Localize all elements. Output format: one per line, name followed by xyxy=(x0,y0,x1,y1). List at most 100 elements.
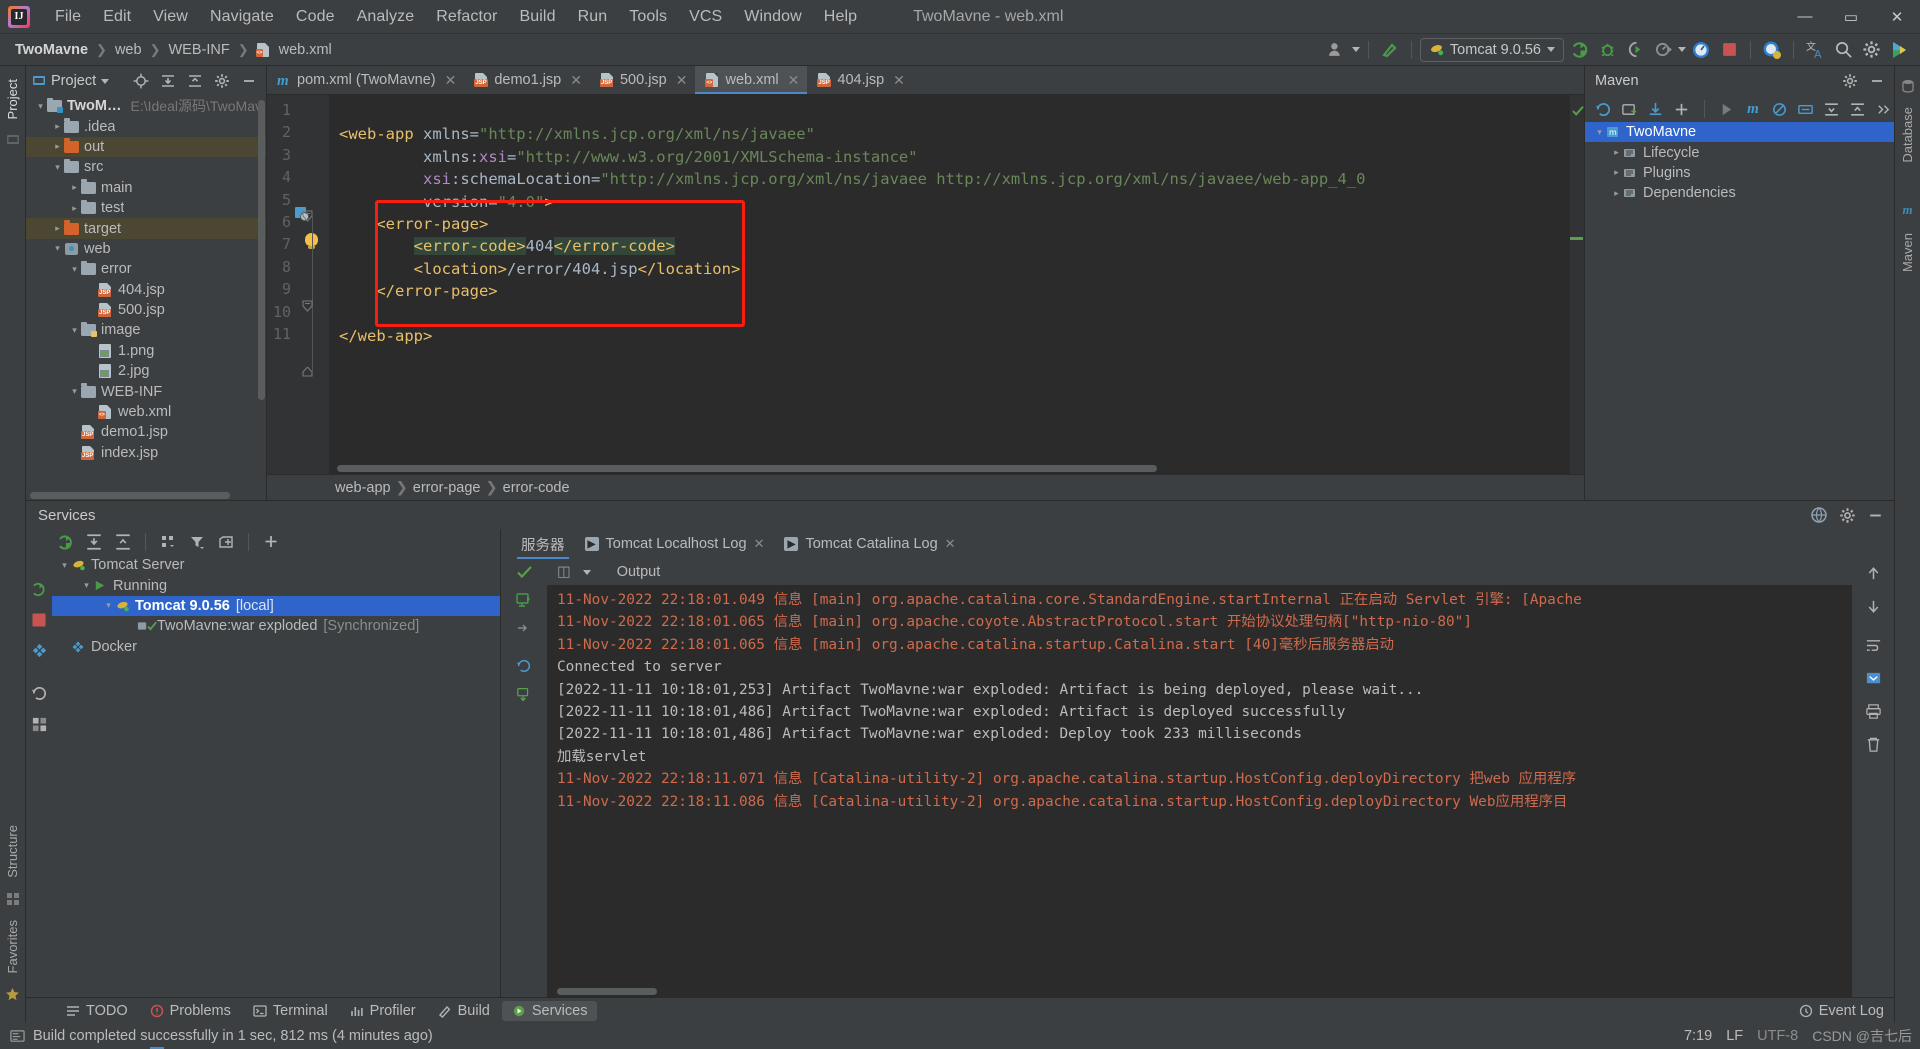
toggle-offline-icon[interactable] xyxy=(1795,97,1815,121)
caret-position[interactable]: 7:19 xyxy=(1684,1028,1712,1044)
chevron-right-icon[interactable]: ▸ xyxy=(51,223,64,234)
console-tab[interactable]: 服务器 xyxy=(511,529,575,559)
collapse-all-icon[interactable] xyxy=(182,69,208,93)
breadcrumb-webxml[interactable]: web.xml xyxy=(274,41,337,59)
breadcrumb-webinf[interactable]: WEB-INF xyxy=(163,41,234,59)
console-log[interactable]: 11-Nov-2022 22:18:01.049 信息 [main] org.a… xyxy=(547,585,1852,997)
chevron-down-icon[interactable] xyxy=(101,78,110,84)
code-line[interactable]: <error-page> xyxy=(339,213,488,235)
menu-analyze[interactable]: Analyze xyxy=(346,5,426,29)
services-tree-row[interactable]: Docker xyxy=(52,637,500,657)
project-tree-row[interactable]: 1.png xyxy=(26,341,266,361)
project-tree-row[interactable]: ▾ src xyxy=(26,157,266,177)
undeploy-icon[interactable] xyxy=(516,620,532,636)
docker-icon[interactable] xyxy=(31,642,48,659)
tool-window-button-services[interactable]: Services xyxy=(501,1000,598,1021)
event-log-button[interactable]: Event Log xyxy=(1789,1001,1894,1021)
maven-tree[interactable]: ▾ m TwoMavne ▸ Lifecycle ▸ Plugins ▸ Dependencie… xyxy=(1585,122,1894,500)
code-line[interactable]: </error-page> xyxy=(339,280,497,302)
code-text[interactable]: <web-app xmlns="http://xmlns.jcp.org/xml… xyxy=(329,95,1584,474)
add-service-icon[interactable] xyxy=(258,530,284,554)
sidebar-item-structure[interactable]: Structure xyxy=(3,818,22,885)
close-tab-icon[interactable]: ✕ xyxy=(893,72,905,89)
project-tree-row[interactable]: ▸ target xyxy=(26,218,266,239)
project-tree-row[interactable]: JSP index.jsp xyxy=(26,443,266,463)
reload-maven-icon[interactable] xyxy=(1593,97,1613,121)
editor-gutter[interactable]: 1 2 3 4 5 6 7 8 9 10 11 xyxy=(267,95,329,474)
settings-gear-icon[interactable] xyxy=(1858,38,1884,62)
services-tree-row[interactable]: ▾ Tomcat Server xyxy=(52,555,500,575)
code-line[interactable]: xmlns:xsi="http://www.w3.org/2001/XMLSch… xyxy=(339,146,918,168)
deploy-artifact-icon[interactable] xyxy=(516,686,532,702)
menu-view[interactable]: View xyxy=(142,5,199,29)
user-avatar-icon[interactable] xyxy=(1324,38,1350,62)
editor-breadcrumb-webapp[interactable]: web-app xyxy=(335,480,391,496)
scroll-up-icon[interactable] xyxy=(1865,565,1882,582)
sidebar-item-favorites[interactable]: Favorites xyxy=(3,913,22,980)
chevron-down-icon[interactable] xyxy=(1678,47,1686,52)
chevron-right-icon[interactable]: ▸ xyxy=(1610,167,1623,178)
maximize-button[interactable]: ▭ xyxy=(1828,0,1874,33)
project-tree-row[interactable]: ▾ error xyxy=(26,259,266,279)
skip-tests-icon[interactable] xyxy=(1769,97,1789,121)
project-tree-row[interactable]: ▸ main xyxy=(26,178,266,198)
project-tree-row[interactable]: JSP demo1.jsp xyxy=(26,422,266,442)
run-configuration-selector[interactable]: Tomcat 9.0.56 xyxy=(1419,37,1564,62)
search-everywhere-icon[interactable] xyxy=(1830,38,1856,62)
add-tab-icon[interactable] xyxy=(213,530,239,554)
tool-window-button-terminal[interactable]: Terminal xyxy=(243,1001,338,1021)
sidebar-item-database[interactable]: Database xyxy=(1898,100,1917,170)
settings-gear-icon[interactable] xyxy=(1837,69,1863,93)
maven-tree-row[interactable]: ▾ m TwoMavne xyxy=(1585,122,1894,143)
editor-tab[interactable]: JSP 500.jsp ✕ xyxy=(590,66,696,94)
project-tree-row[interactable]: JSP 500.jsp xyxy=(26,300,266,320)
console-filter-icon[interactable]: ◫ xyxy=(557,564,571,580)
services-tree-row[interactable]: ▾ Running xyxy=(52,575,500,595)
sidebar-item-project[interactable]: Project xyxy=(3,72,22,126)
fold-marker-icon[interactable] xyxy=(302,300,313,312)
plus-icon[interactable] xyxy=(1672,97,1692,121)
code-line[interactable]: <error-code>404</error-code> xyxy=(339,235,675,257)
chevron-down-icon[interactable]: ▾ xyxy=(102,600,115,611)
line-separator[interactable]: LF xyxy=(1726,1028,1743,1044)
menu-file[interactable]: File xyxy=(44,5,92,29)
project-tree-row[interactable]: <> web.xml xyxy=(26,402,266,422)
console-tab[interactable]: ▶ Tomcat Catalina Log ✕ xyxy=(774,529,965,559)
group-by-icon[interactable] xyxy=(155,530,181,554)
chevron-right-icon[interactable]: ▸ xyxy=(51,141,64,152)
project-tree-row[interactable]: ▾ WEB-INF xyxy=(26,381,266,401)
close-button[interactable]: ✕ xyxy=(1874,0,1920,33)
project-tree-row[interactable]: ▾ image xyxy=(26,320,266,340)
project-tree-row[interactable]: 2.jpg xyxy=(26,361,266,381)
chevron-right-icon[interactable]: ▸ xyxy=(68,182,81,193)
project-tree[interactable]: ▾ TwoMavne E:\Ideal源码\TwoMav ▸ .idea ▸ out ▾ src… xyxy=(26,96,266,500)
code-line[interactable]: version="4.0"> xyxy=(339,191,554,213)
project-panel-title-group[interactable]: Project xyxy=(32,73,110,89)
project-tree-row[interactable]: ▾ web xyxy=(26,239,266,259)
editor-tab[interactable]: JSP 404.jsp ✕ xyxy=(807,66,913,94)
project-tree-horizontal-scrollbar[interactable] xyxy=(30,492,230,499)
debug-icon[interactable] xyxy=(1594,38,1620,62)
close-tab-icon[interactable]: ✕ xyxy=(945,536,956,552)
chevron-down-icon[interactable] xyxy=(582,569,591,575)
hide-panel-icon[interactable] xyxy=(236,69,262,93)
chevron-down-icon[interactable]: ▾ xyxy=(68,325,81,336)
menu-run[interactable]: Run xyxy=(567,5,619,29)
run-profiler-icon[interactable] xyxy=(1650,38,1676,62)
rerun-icon[interactable] xyxy=(31,581,48,598)
console-tab[interactable]: ▶ Tomcat Localhost Log ✕ xyxy=(575,529,775,559)
menu-build[interactable]: Build xyxy=(508,5,566,29)
editor-tab[interactable]: <> web.xml ✕ xyxy=(695,66,808,94)
tool-window-button-todo[interactable]: TODO xyxy=(56,1001,138,1021)
services-tree-rows[interactable]: ▾ Tomcat Server ▾ Running ▾ Tomcat 9.0.56 [loc… xyxy=(52,555,500,657)
maven-tree-row[interactable]: ▸ Lifecycle xyxy=(1585,142,1894,162)
code-line[interactable]: </web-app> xyxy=(339,325,432,347)
console-horizontal-scrollbar[interactable] xyxy=(557,988,657,995)
tool-window-button-build[interactable]: Build xyxy=(428,1001,500,1021)
menu-edit[interactable]: Edit xyxy=(92,5,142,29)
chevron-right-icon[interactable]: ▸ xyxy=(1610,147,1623,158)
translate-icon[interactable]: 文A xyxy=(1802,38,1828,62)
tool-window-button-profiler[interactable]: Profiler xyxy=(340,1001,426,1021)
maven-tree-row[interactable]: ▸ Plugins xyxy=(1585,163,1894,183)
download-sources-icon[interactable] xyxy=(1645,97,1665,121)
